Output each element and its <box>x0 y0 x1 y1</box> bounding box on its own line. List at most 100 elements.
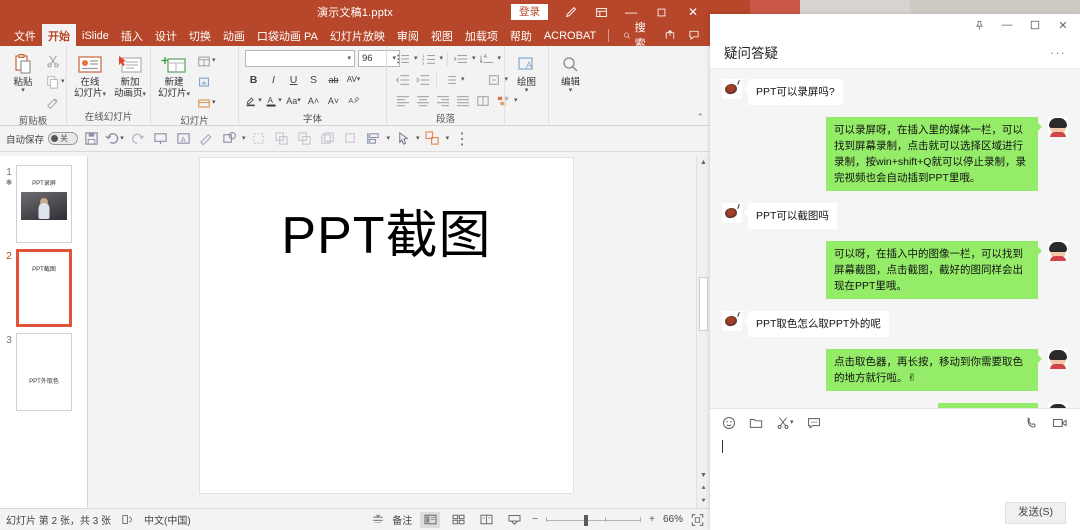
next-slide-button[interactable]: ⯆ <box>697 495 710 508</box>
bring-forward-icon[interactable] <box>295 129 315 149</box>
start-presentation-icon[interactable] <box>150 129 170 149</box>
justify-icon[interactable] <box>454 92 472 109</box>
tab-islide[interactable]: iSlide <box>76 24 115 46</box>
slide-title-text[interactable]: PPT截图 <box>200 193 573 268</box>
align-left-icon[interactable] <box>394 92 412 109</box>
slideshow-icon[interactable] <box>504 512 524 528</box>
girl-avatar[interactable] <box>1048 117 1068 137</box>
online-slide-button[interactable]: 在线 幻灯片▾ <box>71 50 109 100</box>
chat-bubble-incoming[interactable]: PPT取色怎么取PPT外的呢 <box>744 311 889 337</box>
group-icon[interactable] <box>272 129 292 149</box>
cut-icon[interactable] <box>44 51 67 71</box>
minimize-icon[interactable]: — <box>994 15 1020 35</box>
align-icon[interactable] <box>364 129 384 149</box>
arrange-caret-icon[interactable]: ▾ <box>446 135 450 142</box>
new-slide-button[interactable]: 新建 幻灯片▾ <box>155 50 193 100</box>
bug-avatar[interactable] <box>722 79 742 99</box>
copy-icon[interactable]: ▾ <box>44 72 67 92</box>
autosave-toggle[interactable]: 关 <box>48 132 79 145</box>
drawing-caret-icon[interactable]: ▾ <box>525 87 529 94</box>
chat-bubble-incoming[interactable]: PPT可以录屏吗? <box>744 79 843 105</box>
save-icon[interactable] <box>81 129 101 149</box>
shadow-button[interactable]: S <box>305 71 322 88</box>
paste-caret-icon[interactable]: ▾ <box>21 87 25 94</box>
section-icon[interactable]: ▾ <box>195 93 218 113</box>
folder-icon[interactable] <box>749 416 763 430</box>
maximize-icon[interactable] <box>1022 15 1048 35</box>
send-backward-icon[interactable] <box>318 129 338 149</box>
list-level-icon[interactable] <box>452 50 470 67</box>
layout-caret-icon[interactable]: ▾ <box>212 57 216 64</box>
bold-button[interactable]: B <box>245 71 262 88</box>
reading-view-icon[interactable] <box>476 512 496 528</box>
arrange-objects-icon[interactable] <box>341 129 361 149</box>
tab-transitions[interactable]: 切换 <box>183 24 217 46</box>
text-box-icon[interactable]: A <box>173 129 193 149</box>
tab-design[interactable]: 设计 <box>149 24 183 46</box>
underline-button[interactable]: U <box>285 71 302 88</box>
increase-font-size-button[interactable]: A˄ <box>305 92 322 109</box>
screenshot-caret-icon[interactable]: ▾ <box>790 419 794 426</box>
editing-caret-icon[interactable]: ▾ <box>569 87 573 94</box>
tab-help[interactable]: 帮助 <box>504 24 538 46</box>
slide-thumbnail-1[interactable]: PPT录屏 <box>16 165 72 243</box>
columns-icon[interactable] <box>474 92 492 109</box>
girl-avatar[interactable] <box>1048 403 1068 408</box>
previous-slide-button[interactable]: ⯅ <box>697 482 710 495</box>
online-slide-caret-icon[interactable]: ▾ <box>103 91 107 98</box>
format-painter-icon[interactable] <box>44 93 67 113</box>
pointer-icon[interactable] <box>393 129 413 149</box>
shapes-icon[interactable] <box>219 129 239 149</box>
vertical-scrollbar[interactable]: ▲ ▼ ⯅ ⯆ <box>696 156 710 508</box>
tab-review[interactable]: 审阅 <box>391 24 425 46</box>
zoom-in-button[interactable]: + <box>649 514 655 525</box>
notes-label[interactable]: 备注 <box>392 512 412 527</box>
chat-bubble-outgoing[interactable]: 亲还有什么问题吗 <box>938 403 1038 408</box>
close-button[interactable]: ✕ <box>676 0 710 24</box>
pin-icon[interactable] <box>966 15 992 35</box>
sign-in-button[interactable]: 登录 <box>511 3 548 21</box>
thumbnail-row-3[interactable]: 3 PPT外取色 <box>0 330 87 414</box>
voice-call-icon[interactable] <box>1025 416 1039 430</box>
pen-icon[interactable] <box>556 0 586 24</box>
scrollbar-thumb[interactable] <box>699 277 708 331</box>
strikethrough-button[interactable]: ab <box>325 71 342 88</box>
accessibility-icon[interactable] <box>121 514 134 525</box>
change-case-button[interactable]: Aa ▾ <box>285 92 302 109</box>
italic-button[interactable]: I <box>265 71 282 88</box>
new-animation-page-button[interactable]: 新加 动画页▾ <box>111 50 149 100</box>
shapes-caret-icon[interactable]: ▾ <box>242 135 246 142</box>
redo-icon[interactable] <box>127 129 147 149</box>
paste-button[interactable]: 粘贴 ▾ <box>4 50 42 95</box>
undo-icon[interactable]: ▾ <box>104 129 124 149</box>
girl-avatar[interactable] <box>1048 241 1068 261</box>
tab-home[interactable]: 开始 <box>42 24 76 46</box>
scroll-up-arrow[interactable]: ▲ <box>697 156 710 169</box>
thumbnail-row-1[interactable]: 1 ✱ PPT录屏 <box>0 162 87 246</box>
slide-count-label[interactable]: 幻灯片 第 2 张，共 3 张 <box>6 512 111 527</box>
collapse-ribbon-icon[interactable]: ⌃ <box>696 112 704 123</box>
scroll-down-arrow[interactable]: ▼ <box>697 469 710 482</box>
chat-input-area[interactable] <box>710 436 1080 496</box>
text-highlight-icon[interactable]: ▾ <box>245 92 262 109</box>
chat-bubble-outgoing[interactable]: 可以录屏呀，在插入里的媒体一栏，可以找到屏幕录制，点击就可以选择区域进行录制，按… <box>826 117 1042 191</box>
format-painter-icon-qat[interactable] <box>196 129 216 149</box>
slide-sorter-icon[interactable] <box>448 512 468 528</box>
slide-canvas[interactable]: PPT截图 <box>199 157 574 494</box>
bullets-icon[interactable] <box>394 50 412 67</box>
text-direction-icon[interactable]: A <box>478 50 496 67</box>
reset-icon[interactable] <box>195 72 218 92</box>
video-call-icon[interactable] <box>1052 416 1068 430</box>
chat-more-button[interactable]: ··· <box>1050 45 1066 60</box>
chat-message-list[interactable]: PPT可以录屏吗? 可以录屏呀，在插入里的媒体一栏，可以找到屏幕录制，点击就可以… <box>710 69 1080 408</box>
chat-bubble-outgoing[interactable]: 点击取色器，再长按，移动到你需要取色的地方就行啦。✌ <box>826 349 1042 391</box>
align-right-icon[interactable] <box>434 92 452 109</box>
tab-pocket-animation[interactable]: 口袋动画 PA <box>251 24 324 46</box>
send-button[interactable]: 发送(S) <box>1005 502 1066 524</box>
new-animation-caret-icon[interactable]: ▾ <box>143 91 147 98</box>
pointer-caret-icon[interactable]: ▾ <box>416 135 420 142</box>
drawing-button[interactable]: A 绘图 ▾ <box>508 50 546 95</box>
thumbnail-row-2[interactable]: 2 PPT截图 <box>0 246 87 330</box>
bug-avatar[interactable] <box>722 311 742 331</box>
girl-avatar[interactable] <box>1048 349 1068 369</box>
